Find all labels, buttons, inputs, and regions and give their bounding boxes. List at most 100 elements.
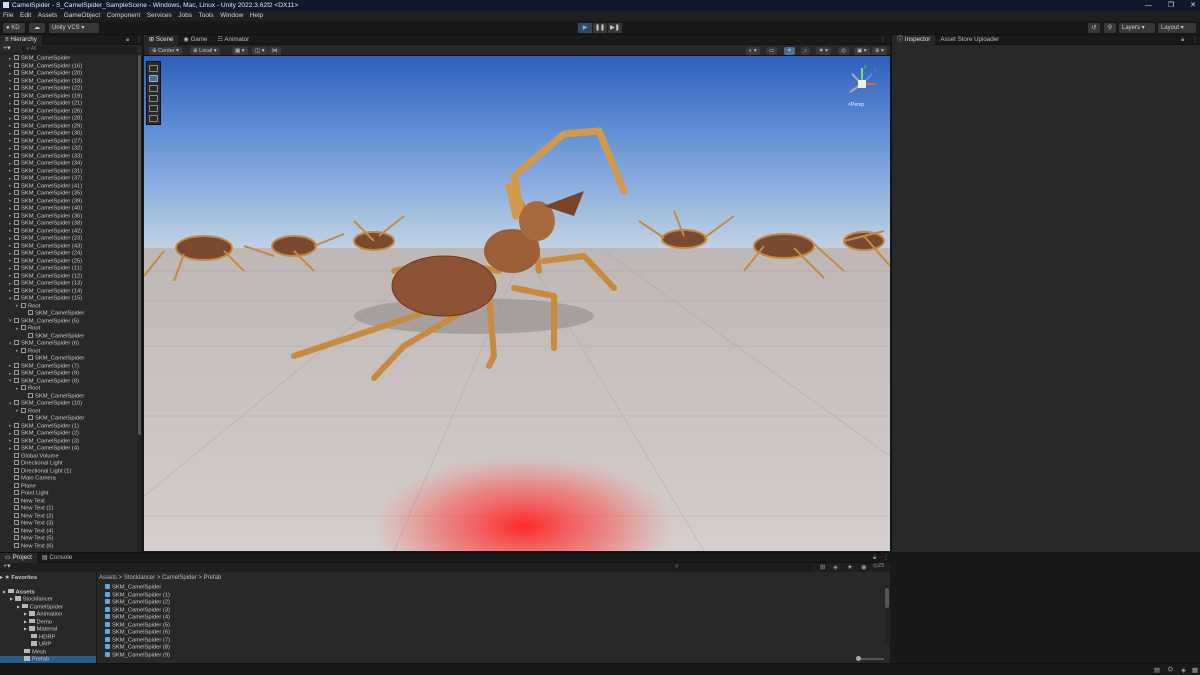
hierarchy-item[interactable]: ▸ SKM_CamelSpider (27)	[0, 137, 136, 146]
hierarchy-item[interactable]: New Text (1)	[0, 505, 136, 513]
menu-item-services[interactable]: Services	[147, 11, 172, 21]
rect-tool-icon[interactable]	[149, 105, 158, 112]
hierarchy-item[interactable]: ▾ SKM_CamelSpider (6)	[0, 340, 136, 348]
project-scrollbar[interactable]	[885, 585, 889, 645]
hierarchy-item[interactable]: New Text (6)	[0, 542, 136, 551]
hierarchy-item[interactable]: ▸ Root	[0, 347, 136, 356]
icon-size-slider-handle[interactable]	[856, 656, 861, 661]
lock-icon[interactable]: 🔒︎	[1181, 35, 1184, 45]
breadcrumb-item[interactable]: CamelSpider	[162, 575, 197, 581]
hierarchy-item[interactable]: ▸ SKM_CamelSpider (41)	[0, 182, 136, 191]
menu-item-tools[interactable]: Tools	[198, 11, 213, 21]
hierarchy-item[interactable]: ▸ SKM_CamelSpider (4)	[0, 445, 136, 453]
hierarchy-item[interactable]: ▸ Root	[0, 325, 136, 333]
hierarchy-item[interactable]: ▸ SKM_CamelSpider (16)	[0, 62, 136, 71]
close-icon[interactable]: ✕	[1190, 0, 1196, 11]
hierarchy-item[interactable]: ▸ SKM_CamelSpider (29)	[0, 122, 136, 131]
hierarchy-item[interactable]: ▸ SKM_CamelSpider (38)	[0, 220, 136, 228]
breadcrumb-item[interactable]: Assets	[99, 575, 117, 581]
version-control-dropdown[interactable]: Unity VCS ▾	[49, 23, 99, 33]
menu-item-component[interactable]: Component	[107, 11, 141, 21]
hierarchy-item[interactable]: ▸ SKM_CamelSpider (25)	[0, 257, 136, 266]
hierarchy-scroll-thumb[interactable]	[138, 55, 141, 435]
align-button[interactable]: ⋈	[269, 46, 281, 55]
filter-label-icon[interactable]: ◈	[833, 563, 838, 571]
asset-item[interactable]: SKM_CamelSpider (3)	[105, 606, 865, 615]
layers-dropdown[interactable]: Layers ▾	[1119, 23, 1155, 33]
hierarchy-item[interactable]: Main Camera	[0, 475, 136, 483]
orientation-gizmo[interactable]: x y z <Persp	[842, 62, 882, 110]
pause-button[interactable]: ❚❚	[593, 23, 607, 33]
cache-server-icon[interactable]: ▤	[1154, 666, 1160, 674]
hierarchy-item[interactable]: ▸ SKM_CamelSpider (42)	[0, 227, 136, 236]
hierarchy-item[interactable]: Directional Light (1)	[0, 467, 136, 476]
asset-item[interactable]: SKM_CamelSpider	[105, 584, 865, 592]
hierarchy-item[interactable]: ▸ SKM_CamelSpider (28)	[0, 115, 136, 123]
draw-mode-dropdown[interactable]: ◐ ▾	[746, 46, 760, 55]
menu-item-jobs[interactable]: Jobs	[178, 11, 192, 21]
favorite-icon[interactable]: ★	[847, 563, 853, 571]
maximize-icon[interactable]: ❐	[1168, 0, 1174, 11]
lock-icon[interactable]: 🔒︎	[873, 553, 876, 563]
tab-animator[interactable]: ☷ Animator	[212, 35, 254, 45]
hierarchy-item[interactable]: ▸ SKM_CamelSpider (33)	[0, 152, 136, 161]
tab-asset-store-uploader[interactable]: Asset Store Uploader	[935, 35, 1004, 45]
hierarchy-item[interactable]: Plane	[0, 482, 136, 491]
menu-item-window[interactable]: Window	[220, 11, 243, 21]
folder-tree-item[interactable]: ▸ Demo	[0, 618, 96, 627]
step-button[interactable]: ▶❚	[608, 23, 622, 33]
folder-tree-item[interactable]: ▸ Animation	[0, 611, 96, 619]
transform-tool-icon[interactable]	[149, 115, 158, 122]
hierarchy-item[interactable]: ▸ SKM_CamelSpider (9)	[0, 370, 136, 378]
hierarchy-item[interactable]: ▸ SKM_CamelSpider (43)	[0, 242, 136, 251]
folder-tree-item[interactable]: URP	[0, 641, 96, 649]
hierarchy-item[interactable]: ▸ SKM_CamelSpider (37)	[0, 175, 136, 183]
tab-inspector[interactable]: ⓘ Inspector	[892, 35, 936, 45]
hierarchy-item[interactable]: Directional Light	[0, 460, 136, 468]
folder-tree-item[interactable]: ▸ CamelSpider	[0, 603, 96, 612]
hierarchy-item[interactable]: SKM_CamelSpider	[0, 310, 136, 318]
hierarchy-item[interactable]: ▸ SKM_CamelSpider (31)	[0, 167, 136, 176]
tab-game[interactable]: ◉ Game	[178, 35, 212, 45]
hierarchy-item[interactable]: ▸ SKM_CamelSpider (13)	[0, 280, 136, 288]
grid-snap-button[interactable]: ▦ ▾	[232, 46, 248, 55]
hierarchy-item[interactable]: ▸ SKM_CamelSpider	[0, 55, 136, 63]
hierarchy-item[interactable]: ▸ SKM_CamelSpider (12)	[0, 272, 136, 281]
hierarchy-item[interactable]: ▸ SKM_CamelSpider (30)	[0, 130, 136, 138]
folder-tree-item[interactable]: ▸ Stocklancer	[0, 596, 96, 604]
hierarchy-item[interactable]: New Text (3)	[0, 520, 136, 528]
project-search-input[interactable]: ⚲	[672, 564, 812, 571]
hierarchy-item[interactable]: ▸ SKM_CamelSpider (19)	[0, 92, 136, 101]
hierarchy-item[interactable]: ▸ SKM_CamelSpider (21)	[0, 100, 136, 108]
gizmos-dropdown[interactable]: ⊛ ▾	[872, 46, 887, 55]
increment-snap-button[interactable]: ◫ ▾	[252, 46, 268, 55]
auto-generate-lighting-icon[interactable]: ◈	[1181, 666, 1186, 674]
persp-label[interactable]: <Persp	[848, 102, 864, 108]
hierarchy-scrollbar[interactable]	[137, 55, 142, 552]
history-button[interactable]: ↺	[1088, 23, 1100, 33]
hierarchy-item[interactable]: ▸ SKM_CamelSpider (34)	[0, 160, 136, 168]
hierarchy-item[interactable]: ▸ SKM_CamelSpider (14)	[0, 287, 136, 296]
hierarchy-item[interactable]: ▸ SKM_CamelSpider (3)	[0, 437, 136, 446]
more-icon[interactable]: ⋮	[883, 553, 889, 563]
menu-item-gameobject[interactable]: GameObject	[64, 11, 101, 21]
play-button[interactable]: ▶	[578, 23, 592, 33]
folder-tree-item[interactable]: ▸ Material	[0, 626, 96, 634]
hierarchy-item[interactable]: ▾ SKM_CamelSpider (8)	[0, 377, 136, 386]
hierarchy-item[interactable]: ▸ SKM_CamelSpider (2)	[0, 430, 136, 438]
asset-item[interactable]: SKM_CamelSpider (8)	[105, 644, 865, 652]
hierarchy-item[interactable]: ▸ SKM_CamelSpider (35)	[0, 190, 136, 198]
asset-item[interactable]: SKM_CamelSpider (5)	[105, 621, 865, 630]
hierarchy-item[interactable]: ▾ SKM_CamelSpider (15)	[0, 295, 136, 303]
hierarchy-item[interactable]: ▸ SKM_CamelSpider (20)	[0, 70, 136, 78]
menu-item-assets[interactable]: Assets	[38, 11, 58, 21]
hierarchy-item[interactable]: SKM_CamelSpider	[0, 392, 136, 401]
hierarchy-item[interactable]: ▸ Root	[0, 385, 136, 393]
hierarchy-item[interactable]: ▾ SKM_CamelSpider (5)	[0, 317, 136, 326]
scale-tool-icon[interactable]	[149, 95, 158, 102]
lock-icon[interactable]: 🔒︎	[126, 35, 129, 45]
hierarchy-item[interactable]: ▸ Root	[0, 407, 136, 416]
hierarchy-item[interactable]: ▸ SKM_CamelSpider (11)	[0, 265, 136, 273]
tab-project[interactable]: ▭ Project	[0, 553, 37, 563]
asset-item[interactable]: SKM_CamelSpider (6)	[105, 629, 865, 637]
